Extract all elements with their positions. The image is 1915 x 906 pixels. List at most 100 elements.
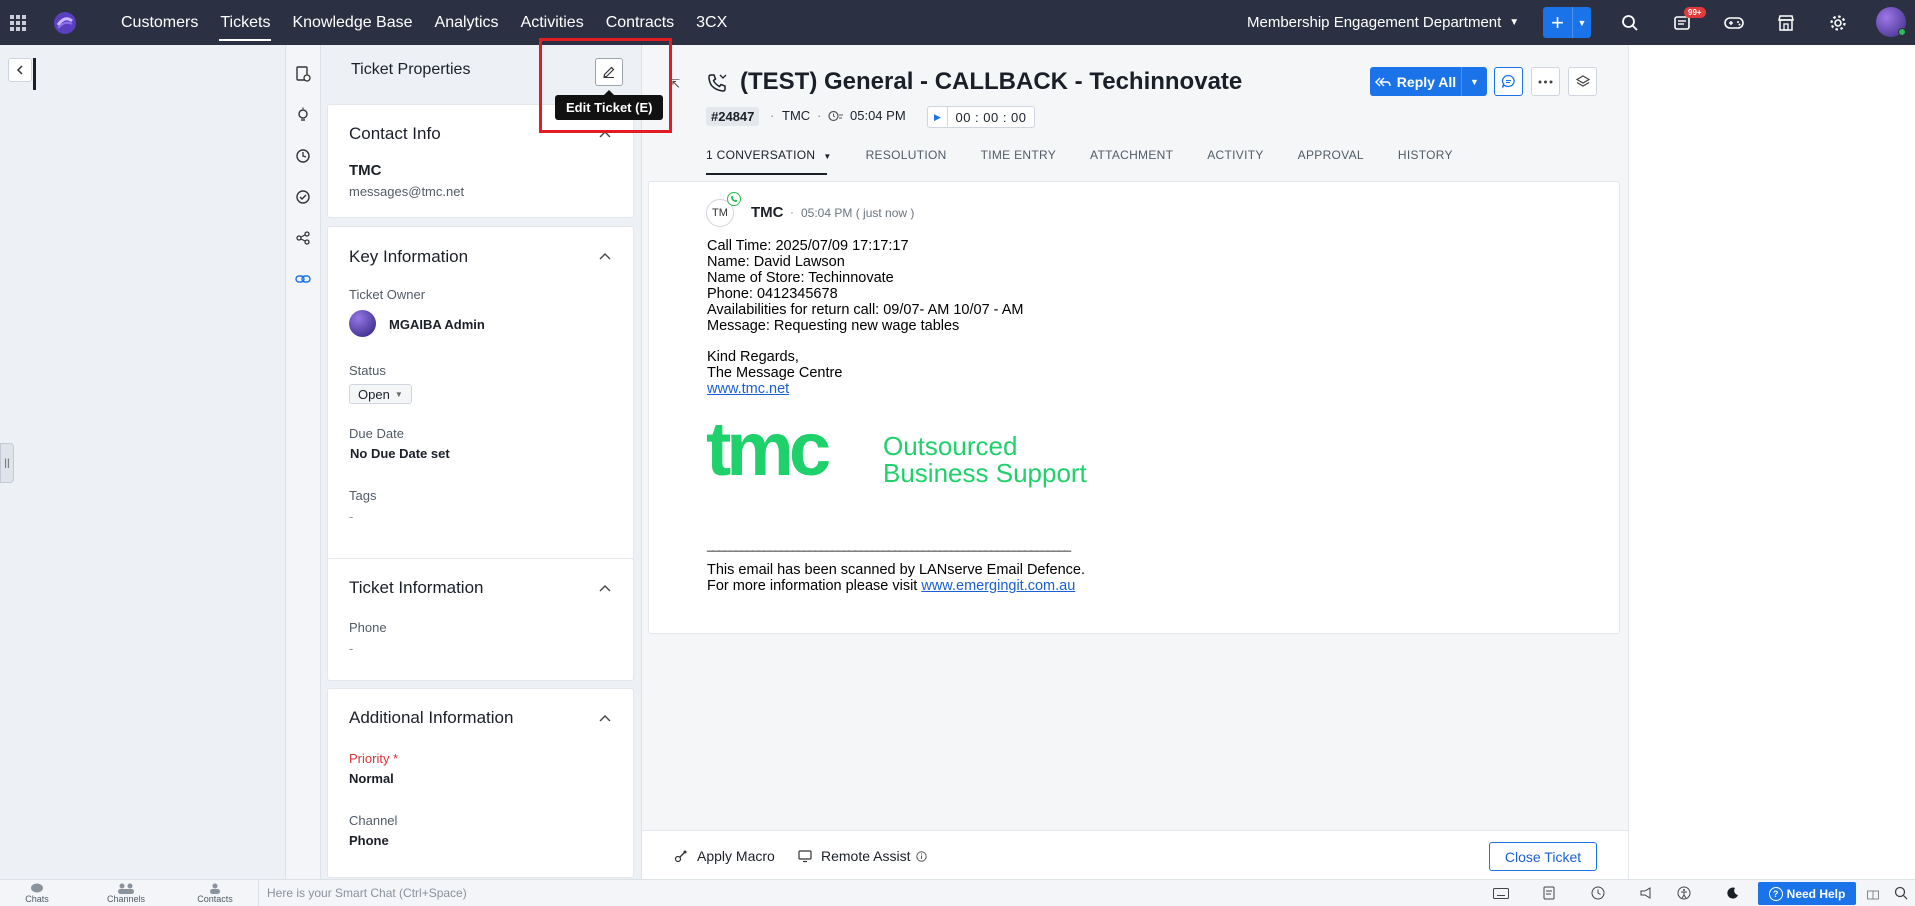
right-empty-area [1628,45,1915,879]
reply-all-button[interactable]: Reply All ▼ [1370,67,1487,96]
apps-grid-icon[interactable] [4,9,32,37]
message-line: Name: David Lawson [707,254,845,270]
remote-assist-button[interactable]: Remote Assist [797,848,928,864]
properties-title: Ticket Properties [351,61,471,78]
chevron-left-icon [16,65,23,75]
tags-value[interactable]: - [349,509,353,524]
chevron-up-icon[interactable] [599,583,611,595]
play-icon[interactable]: ▶ [928,107,948,127]
phone-value[interactable]: - [349,641,353,656]
department-selector[interactable]: Membership Engagement Department ▼ [1247,0,1519,45]
tab-time-entry[interactable]: TIME ENTRY [981,148,1056,175]
comment-button[interactable] [1494,67,1523,96]
keyboard-icon[interactable] [1493,885,1509,901]
layers-icon [1575,74,1590,87]
info-icon[interactable] [916,850,928,862]
online-status-dot [1898,28,1906,36]
more-info-line: For more information please visit www.em… [707,578,1075,594]
smart-chat-input[interactable]: Here is your Smart Chat (Ctrl+Space) [258,880,1058,906]
game-controller-icon[interactable] [1722,11,1746,35]
announcements-list-icon[interactable] [1542,885,1558,901]
meta-separator: · [817,108,822,123]
ticket-id-badge[interactable]: #24847 [706,107,760,126]
checkmark-circle-icon[interactable] [294,188,312,206]
channel-value[interactable]: Phone [349,833,389,848]
share-icon[interactable] [294,229,312,247]
need-help-button[interactable]: ? Need Help [1758,882,1856,905]
ticket-contact[interactable]: TMC [782,108,810,123]
department-name: Membership Engagement Department [1247,14,1502,31]
app-logo-icon[interactable] [52,10,78,36]
contact-email[interactable]: messages@tmc.net [349,184,464,199]
nav-tab-tickets[interactable]: Tickets [209,0,281,45]
tab-conversation[interactable]: 1 CONVERSATION ▼ [706,148,832,175]
due-date-value[interactable]: No Due Date set [350,446,450,461]
sender-name[interactable]: TMC [751,204,784,221]
clock-icon[interactable] [1590,885,1606,901]
chevron-up-icon[interactable] [599,251,611,263]
help-icon: ? [1768,886,1783,901]
dark-mode-moon-icon[interactable] [1725,885,1741,901]
history-icon[interactable] [294,147,312,165]
megaphone-icon[interactable] [1638,885,1654,901]
ticket-timer[interactable]: ▶ 00 : 00 : 00 [927,106,1035,128]
gift-icon[interactable] [1865,885,1881,901]
channels-icon [118,883,134,894]
tab-attachment[interactable]: ATTACHMENT [1090,148,1173,175]
website-link[interactable]: www.tmc.net [707,381,789,397]
ticket-subject: (TEST) General - CALLBACK - Techinnovate [740,68,1243,95]
layers-button[interactable] [1568,67,1597,96]
panel-resize-handle[interactable]: || [0,443,14,483]
ticket-properties-icon[interactable] [294,65,312,83]
ticket-side-rail [285,45,321,879]
footer-channels[interactable]: Channels [96,883,156,904]
plus-icon[interactable]: + [1543,7,1573,38]
nav-tab-knowledge-base[interactable]: Knowledge Base [281,0,423,45]
link-icon[interactable] [294,270,312,288]
channel-label: Channel [349,813,398,828]
nav-tab-customers[interactable]: Customers [110,0,209,45]
emergingit-link[interactable]: www.emergingit.com.au [921,578,1075,594]
ticket-owner-name[interactable]: MGAIBA Admin [389,317,485,332]
tab-approval[interactable]: APPROVAL [1298,148,1364,175]
nav-tab-analytics[interactable]: Analytics [424,0,510,45]
chats-icon [31,883,43,893]
marketplace-store-icon[interactable] [1774,11,1798,35]
due-date-label: Due Date [349,426,404,441]
contacts-icon [210,883,220,894]
search-icon[interactable] [1618,11,1642,35]
close-ticket-button[interactable]: Close Ticket [1489,842,1597,871]
tab-history[interactable]: HISTORY [1398,148,1453,175]
contact-info-title: Contact Info [349,124,441,143]
active-tab-indicator [706,173,827,175]
caret-down-icon[interactable]: ▼ [1462,67,1487,96]
lightbulb-icon[interactable] [294,106,312,124]
quick-create-button[interactable]: + ▼ [1543,7,1591,38]
ticket-action-bar [642,830,1628,879]
footer-contacts[interactable]: Contacts [185,883,245,904]
tab-resolution[interactable]: RESOLUTION [866,148,947,175]
nav-tab-3cx[interactable]: 3CX [685,0,738,45]
caret-down-icon[interactable]: ▼ [1573,7,1591,38]
search-icon[interactable] [1893,885,1909,901]
footer-chats[interactable]: Chats [7,883,67,904]
accessibility-icon[interactable] [1676,885,1692,901]
owner-avatar [349,310,376,337]
tmc-logo-tagline: Outsourced [883,431,1018,461]
ellipsis-icon [1538,80,1553,83]
message-line: Call Time: 2025/07/09 17:17:17 [707,238,909,254]
key-information-title: Key Information [349,247,469,266]
apply-macro-button[interactable]: Apply Macro [673,848,775,864]
priority-value[interactable]: Normal [349,771,394,786]
back-button[interactable] [8,58,32,82]
message-line: Phone: 0412345678 [707,286,838,302]
settings-gear-icon[interactable] [1826,11,1850,35]
contact-name[interactable]: TMC [349,162,382,179]
signoff-line: Kind Regards, [707,349,799,365]
tab-activity[interactable]: ACTIVITY [1207,148,1263,175]
status-dropdown[interactable]: Open ▼ [349,384,412,404]
more-options-button[interactable] [1531,67,1560,96]
additional-information-title: Additional Information [349,708,514,727]
message-line: Availabilities for return call: 09/07- A… [707,302,1024,318]
chevron-up-icon[interactable] [599,713,611,725]
